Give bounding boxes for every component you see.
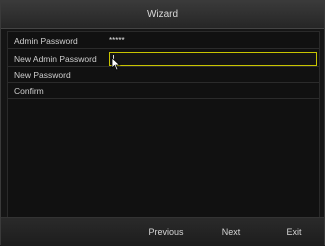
title-bar: Wizard (1, 1, 324, 29)
new-password-label: New Password (14, 70, 71, 80)
new-password-field[interactable] (109, 69, 319, 81)
admin-password-field[interactable]: ***** (109, 35, 319, 47)
admin-password-label: Admin Password (14, 36, 78, 46)
footer-bar: Previous Next Exit (1, 217, 324, 246)
exit-button[interactable]: Exit (275, 224, 313, 240)
next-button[interactable]: Next (211, 224, 251, 240)
wizard-window: Wizard Admin Password ***** New Admin Pa… (0, 0, 325, 246)
password-form: Admin Password ***** New Admin Password … (7, 31, 320, 219)
mouse-pointer-icon (111, 57, 121, 71)
row-new-admin-password: New Admin Password (8, 52, 319, 67)
confirm-field[interactable] (109, 85, 319, 97)
previous-button[interactable]: Previous (139, 224, 193, 240)
new-admin-password-label: New Admin Password (14, 54, 97, 64)
row-confirm: Confirm (8, 84, 319, 99)
row-admin-password: Admin Password ***** (8, 34, 319, 49)
new-admin-password-field[interactable] (109, 52, 317, 66)
window-title: Wizard (146, 9, 179, 20)
confirm-label: Confirm (14, 86, 44, 96)
row-new-password: New Password (8, 68, 319, 83)
